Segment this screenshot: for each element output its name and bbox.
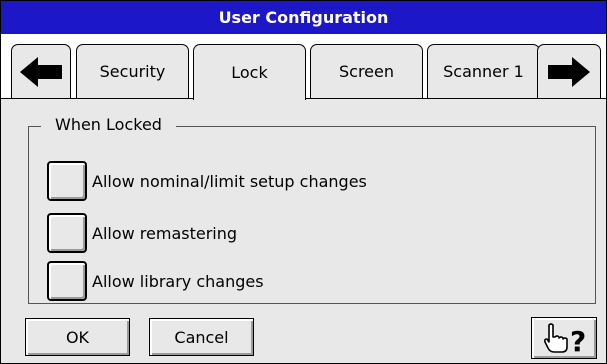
checkbox-label: Allow library changes bbox=[92, 271, 264, 291]
next-tab-button[interactable] bbox=[537, 44, 601, 98]
arrow-left-icon bbox=[20, 56, 62, 87]
tab-label: Lock bbox=[231, 63, 268, 82]
checkbox-remastering[interactable] bbox=[47, 213, 87, 253]
tab-bar: Security Lock Screen Scanner 1 bbox=[1, 34, 606, 100]
window-title: User Configuration bbox=[218, 8, 389, 27]
tab-screen[interactable]: Screen bbox=[310, 44, 423, 98]
checkbox-library-changes[interactable] bbox=[47, 261, 87, 301]
cancel-label: Cancel bbox=[174, 327, 229, 347]
tab-lock[interactable]: Lock bbox=[193, 44, 306, 100]
cancel-button[interactable]: Cancel bbox=[149, 318, 254, 356]
ok-label: OK bbox=[65, 327, 90, 347]
tab-label: Screen bbox=[338, 62, 394, 81]
tab-scanner-1[interactable]: Scanner 1 bbox=[427, 44, 540, 98]
tab-label: Scanner 1 bbox=[443, 62, 524, 81]
checkbox-label: Allow nominal/limit setup changes bbox=[92, 171, 367, 191]
user-configuration-window: User Configuration Security Lock Screen … bbox=[0, 0, 607, 364]
pointing-hand-help-icon: ? bbox=[543, 323, 586, 355]
svg-text:?: ? bbox=[570, 325, 586, 355]
arrow-right-icon bbox=[548, 56, 590, 87]
option-nominal-limit-setup[interactable]: Allow nominal/limit setup changes bbox=[47, 159, 367, 203]
checkbox-label: Allow remastering bbox=[92, 223, 238, 243]
title-bar: User Configuration bbox=[1, 1, 606, 34]
group-title: When Locked bbox=[41, 115, 176, 134]
checkbox-nominal-limit-setup[interactable] bbox=[47, 161, 87, 201]
tab-security[interactable]: Security bbox=[76, 44, 189, 98]
prev-tab-button[interactable] bbox=[11, 44, 71, 98]
lock-panel: When Locked Allow nominal/limit setup ch… bbox=[1, 99, 606, 313]
option-remastering[interactable]: Allow remastering bbox=[47, 211, 237, 255]
ok-button[interactable]: OK bbox=[25, 318, 130, 356]
button-bar: OK Cancel ? bbox=[1, 313, 606, 363]
help-button[interactable]: ? bbox=[531, 317, 597, 359]
tab-label: Security bbox=[99, 62, 166, 81]
option-library-changes[interactable]: Allow library changes bbox=[47, 259, 264, 303]
